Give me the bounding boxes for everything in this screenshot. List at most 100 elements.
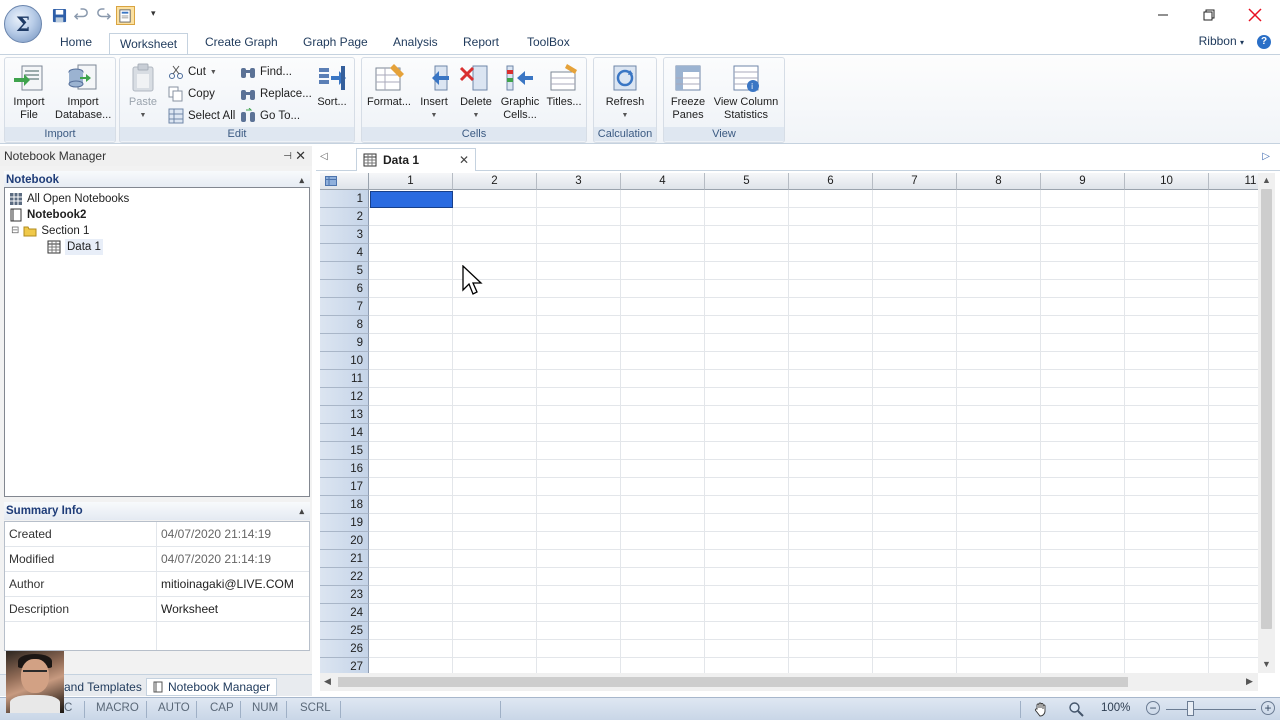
pin-icon[interactable]: ⊣ bbox=[283, 147, 292, 167]
tree-item-notebook[interactable]: Notebook2 bbox=[9, 207, 86, 223]
row-header[interactable]: 18 bbox=[320, 496, 369, 514]
view-column-statistics-button[interactable]: i View Column Statistics bbox=[710, 62, 782, 122]
zoom-in-button[interactable]: + bbox=[1261, 701, 1275, 715]
row-header[interactable]: 6 bbox=[320, 280, 369, 298]
magnifier-icon[interactable] bbox=[1068, 701, 1084, 717]
tab-home[interactable]: Home bbox=[50, 32, 102, 54]
tab-analysis[interactable]: Analysis bbox=[383, 32, 448, 54]
undo-button[interactable] bbox=[72, 6, 91, 25]
vertical-scroll-thumb[interactable] bbox=[1261, 189, 1272, 629]
column-header[interactable]: 3 bbox=[537, 173, 621, 190]
tree-item-data-1[interactable]: Data 1 bbox=[47, 239, 103, 255]
row-header[interactable]: 24 bbox=[320, 604, 369, 622]
paste-button[interactable]: Paste ▼ bbox=[124, 62, 162, 122]
select-all-corner[interactable] bbox=[320, 173, 369, 190]
column-header[interactable]: 5 bbox=[705, 173, 789, 190]
close-tab-icon[interactable]: ✕ bbox=[459, 153, 469, 167]
row-header[interactable]: 1 bbox=[320, 190, 369, 208]
vertical-scrollbar[interactable]: ▲ ▼ bbox=[1258, 173, 1275, 673]
column-header[interactable]: 6 bbox=[789, 173, 873, 190]
row-header[interactable]: 22 bbox=[320, 568, 369, 586]
row-header[interactable]: 8 bbox=[320, 316, 369, 334]
zoom-out-button[interactable]: − bbox=[1146, 701, 1160, 715]
horizontal-scrollbar[interactable]: ◀ ▶ bbox=[320, 673, 1258, 691]
import-file-button[interactable]: Import File bbox=[9, 62, 49, 122]
tab-create-graph[interactable]: Create Graph bbox=[195, 32, 288, 54]
row-header[interactable]: 21 bbox=[320, 550, 369, 568]
column-header[interactable]: 2 bbox=[453, 173, 537, 190]
zoom-slider-track[interactable] bbox=[1166, 709, 1256, 710]
row-header[interactable]: 23 bbox=[320, 586, 369, 604]
row-header[interactable]: 14 bbox=[320, 424, 369, 442]
column-header[interactable]: 8 bbox=[957, 173, 1041, 190]
scroll-up-icon[interactable]: ▲ bbox=[1262, 175, 1271, 185]
refresh-button[interactable]: Refresh ▼ bbox=[600, 62, 650, 122]
tab-notebook-manager[interactable]: Notebook Manager bbox=[146, 678, 278, 696]
notebook-open-button[interactable] bbox=[116, 6, 135, 25]
delete-button[interactable]: Delete ▼ bbox=[456, 62, 496, 122]
column-header[interactable]: 7 bbox=[873, 173, 957, 190]
quick-access-customize-dropdown[interactable]: ▾ bbox=[151, 8, 156, 19]
sort-button[interactable]: Sort... bbox=[314, 62, 350, 109]
go-to-button[interactable]: Go To... bbox=[240, 106, 300, 126]
row-header[interactable]: 3 bbox=[320, 226, 369, 244]
tab-templates[interactable]: and Templates bbox=[64, 678, 142, 696]
row-header[interactable]: 10 bbox=[320, 352, 369, 370]
replace-button[interactable]: Replace... bbox=[240, 84, 312, 104]
summary-value[interactable]: mitioinagaki@LIVE.COM bbox=[161, 572, 294, 596]
column-header[interactable]: 1 bbox=[369, 173, 453, 190]
select-all-button[interactable]: Select All bbox=[168, 106, 235, 126]
tab-report[interactable]: Report bbox=[453, 32, 509, 54]
tab-data-1[interactable]: Data 1 ✕ bbox=[356, 148, 476, 171]
row-header[interactable]: 2 bbox=[320, 208, 369, 226]
summary-value[interactable]: Worksheet bbox=[161, 597, 218, 621]
worksheet-grid[interactable]: 1 2 3 4 5 6 7 8 9 10 11 1 2 3 4 5 6 7 8 9 10 11 12 13 14 15 16 17 18… bbox=[320, 173, 1258, 673]
format-button[interactable]: Format... bbox=[364, 62, 414, 109]
freeze-panes-button[interactable]: Freeze Panes bbox=[668, 62, 708, 122]
row-header[interactable]: 4 bbox=[320, 244, 369, 262]
row-header[interactable]: 19 bbox=[320, 514, 369, 532]
graphic-cells-button[interactable]: Graphic Cells... bbox=[498, 62, 542, 122]
zoom-slider-handle[interactable] bbox=[1187, 701, 1194, 716]
scroll-tabs-right-icon[interactable]: ▷ bbox=[1262, 151, 1270, 162]
row-header[interactable]: 26 bbox=[320, 640, 369, 658]
scroll-tabs-left-icon[interactable]: ◁ bbox=[320, 151, 328, 162]
column-header[interactable]: 11 bbox=[1209, 173, 1258, 190]
restore-button[interactable] bbox=[1186, 0, 1232, 30]
row-header[interactable]: 13 bbox=[320, 406, 369, 424]
row-header[interactable]: 16 bbox=[320, 460, 369, 478]
collapse-tree-icon[interactable]: ⊟ bbox=[11, 223, 19, 239]
tab-worksheet[interactable]: Worksheet bbox=[109, 33, 189, 55]
column-header[interactable]: 10 bbox=[1125, 173, 1209, 190]
save-button[interactable] bbox=[50, 6, 69, 25]
scroll-left-icon[interactable]: ◀ bbox=[324, 676, 331, 687]
row-header[interactable]: 12 bbox=[320, 388, 369, 406]
minimize-button[interactable] bbox=[1140, 0, 1186, 30]
row-header[interactable]: 27 bbox=[320, 658, 369, 673]
summary-info-header[interactable]: Summary Info ▴ bbox=[4, 502, 310, 520]
collapse-icon[interactable]: ▴ bbox=[299, 502, 304, 520]
import-database-button[interactable]: Import Database... bbox=[55, 62, 111, 122]
column-header[interactable]: 9 bbox=[1041, 173, 1125, 190]
row-header[interactable]: 7 bbox=[320, 298, 369, 316]
row-header[interactable]: 25 bbox=[320, 622, 369, 640]
column-header[interactable]: 4 bbox=[621, 173, 705, 190]
row-header[interactable]: 15 bbox=[320, 442, 369, 460]
help-icon[interactable]: ? bbox=[1257, 35, 1271, 49]
row-header[interactable]: 20 bbox=[320, 532, 369, 550]
application-menu-button[interactable]: Σ bbox=[4, 5, 42, 43]
tab-graph-page[interactable]: Graph Page bbox=[293, 32, 378, 54]
titles-button[interactable]: Titles... bbox=[544, 62, 584, 109]
scroll-right-icon[interactable]: ▶ bbox=[1246, 676, 1253, 687]
tree-item-section[interactable]: ⊟ Section 1 bbox=[11, 223, 89, 239]
redo-button[interactable] bbox=[94, 6, 113, 25]
close-window-button[interactable] bbox=[1232, 0, 1278, 30]
horizontal-scroll-thumb[interactable] bbox=[338, 677, 1128, 687]
insert-button[interactable]: Insert ▼ bbox=[416, 62, 452, 122]
row-header[interactable]: 5 bbox=[320, 262, 369, 280]
row-header[interactable]: 11 bbox=[320, 370, 369, 388]
tree-item-all-open-notebooks[interactable]: All Open Notebooks bbox=[9, 191, 129, 207]
ribbon-display-menu[interactable]: Ribbon ▾ bbox=[1199, 34, 1244, 48]
find-button[interactable]: Find... bbox=[240, 62, 292, 82]
copy-button[interactable]: Copy bbox=[168, 84, 215, 104]
